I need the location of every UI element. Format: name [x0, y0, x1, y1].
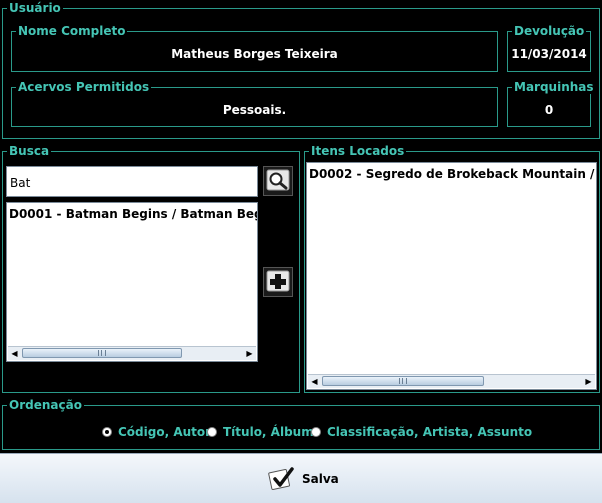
- scroll-right-icon[interactable]: ▶: [582, 375, 595, 388]
- save-button[interactable]: Salva: [0, 453, 602, 503]
- search-button[interactable]: [263, 166, 293, 196]
- nome-completo-legend: Nome Completo: [16, 24, 128, 38]
- radio-dot[interactable]: [207, 427, 217, 437]
- checkmark-icon: [268, 467, 294, 490]
- save-button-content: Salva: [268, 466, 339, 492]
- marquinhas-box: Marquinhas 0: [507, 80, 596, 127]
- marquinhas-legend: Marquinhas: [512, 80, 596, 94]
- usuario-legend: Usuário: [7, 1, 63, 15]
- radio-dot[interactable]: [311, 427, 321, 437]
- radio-titulo-album[interactable]: Título, Álbum: [207, 425, 314, 439]
- radio-label: Título, Álbum: [223, 425, 314, 439]
- radio-label: Classificação, Artista, Assunto: [327, 425, 533, 439]
- acervos-value: Pessoais.: [222, 103, 287, 117]
- list-item[interactable]: D0002 - Segredo de Brokeback Mountain / …: [309, 167, 596, 181]
- scroll-thumb[interactable]: [22, 348, 182, 358]
- add-item-button[interactable]: [263, 267, 293, 297]
- scroll-left-icon[interactable]: ◀: [8, 347, 21, 360]
- busca-legend: Busca: [7, 144, 52, 158]
- plus-icon: [266, 270, 290, 292]
- nome-completo-value: Matheus Borges Teixeira: [171, 47, 338, 61]
- scroll-thumb[interactable]: [322, 376, 484, 386]
- itens-locados-list[interactable]: D0002 - Segredo de Brokeback Mountain / …: [306, 162, 597, 390]
- search-results-list[interactable]: D0001 - Batman Begins / Batman Begins, R…: [6, 202, 258, 362]
- acervos-box: Acervos Permitidos Pessoais.: [11, 80, 498, 127]
- search-input[interactable]: Bat: [6, 166, 258, 197]
- search-input-value: Bat: [10, 176, 31, 190]
- radio-label: Código, Autor: [118, 425, 212, 439]
- scroll-right-icon[interactable]: ▶: [243, 347, 256, 360]
- search-results-scrollbar[interactable]: ◀ ▶: [8, 346, 256, 360]
- usuario-panel: Usuário Nome Completo Matheus Borges Tei…: [2, 1, 600, 139]
- save-label: Salva: [302, 472, 339, 486]
- acervos-legend: Acervos Permitidos: [16, 80, 152, 94]
- scroll-left-icon[interactable]: ◀: [308, 375, 321, 388]
- radio-classificacao[interactable]: Classificação, Artista, Assunto: [311, 425, 532, 439]
- itens-locados-scrollbar[interactable]: ◀ ▶: [308, 374, 595, 388]
- magnifier-icon: [266, 169, 290, 191]
- marquinhas-value: 0: [544, 103, 554, 117]
- radio-dot-selected[interactable]: [102, 427, 112, 437]
- itens-locados-legend: Itens Locados: [309, 144, 407, 158]
- radio-codigo-autor[interactable]: Código, Autor: [102, 425, 211, 439]
- ordenacao-legend: Ordenação: [7, 398, 84, 412]
- nome-completo-box: Nome Completo Matheus Borges Teixeira: [11, 24, 498, 72]
- list-item[interactable]: D0001 - Batman Begins / Batman Begins, R…: [9, 207, 257, 221]
- devolucao-legend: Devolução: [512, 24, 587, 38]
- devolucao-box: Devolução 11/03/2014: [507, 24, 591, 72]
- devolucao-value: 11/03/2014: [511, 47, 587, 61]
